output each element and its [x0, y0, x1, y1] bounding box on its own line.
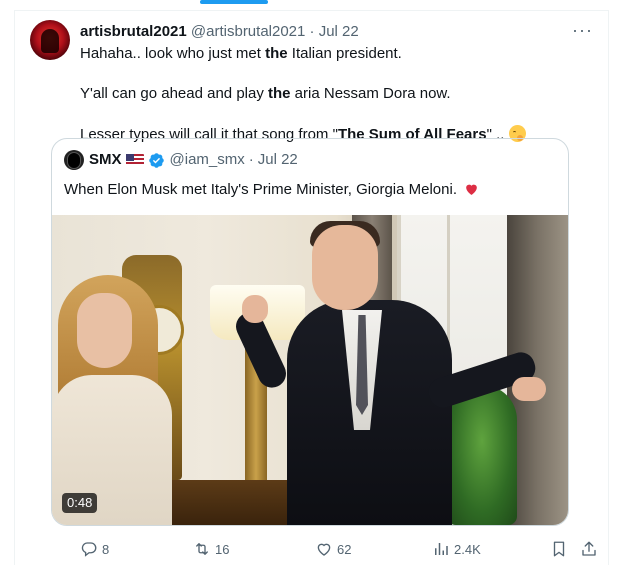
quoted-text-content: When Elon Musk met Italy's Prime Ministe… — [64, 181, 457, 198]
analytics-bar-icon — [435, 543, 448, 555]
views-count: 2.4K — [454, 541, 481, 557]
tweet-header: artisbrutal2021 @artisbrutal2021 · Jul 2… — [80, 22, 359, 42]
tweet-date[interactable]: Jul 22 — [319, 23, 359, 40]
timeline-border-right — [608, 10, 609, 565]
woman-face — [77, 293, 132, 368]
tweet-line-2: Y'all can go ahead and play the aria Nes… — [80, 84, 590, 104]
share-icon — [582, 541, 596, 556]
reply-icon — [81, 542, 97, 557]
reply-button[interactable]: 8 — [80, 540, 109, 558]
red-heart-emoji-icon — [466, 184, 478, 195]
retweet-button[interactable]: 16 — [193, 540, 229, 558]
man-right-hand — [512, 377, 546, 401]
man-face — [312, 225, 378, 310]
quoted-avatar[interactable] — [64, 150, 84, 170]
bold-segment: the — [265, 45, 288, 62]
like-count: 62 — [337, 541, 352, 557]
video-duration-badge: 0:48 — [62, 493, 98, 513]
bookmark-icon — [553, 541, 565, 557]
share-button[interactable] — [580, 540, 602, 558]
separator-dot: · — [248, 151, 254, 168]
quoted-tweet-text: When Elon Musk met Italy's Prime Ministe… — [64, 180, 480, 200]
plant — [447, 385, 517, 525]
tweet-line-1: Hahaha.. look who just met the Italian p… — [80, 44, 590, 64]
heart-icon — [317, 543, 331, 556]
avatar[interactable] — [30, 20, 70, 60]
retweet-count: 16 — [215, 541, 230, 557]
verified-badge-icon — [148, 152, 164, 168]
quoted-tweet-date[interactable]: Jul 22 — [258, 150, 298, 170]
divider — [14, 10, 609, 11]
quoted-tweet[interactable]: SMX @iam_smx · Jul 22 When Elon Musk met… — [51, 138, 569, 526]
quoted-user-handle[interactable]: @iam_smx — [170, 150, 245, 170]
video-player[interactable]: 0:48 — [52, 215, 568, 525]
quoted-display-name[interactable]: SMX — [89, 150, 122, 170]
text-segment: Italian president. — [287, 45, 402, 62]
display-name[interactable]: artisbrutal2021 — [80, 23, 187, 40]
us-flag-icon — [125, 154, 144, 166]
user-handle[interactable]: @artisbrutal2021 — [191, 23, 305, 40]
man-left-hand — [242, 295, 268, 323]
bold-segment: the — [268, 85, 291, 102]
text-segment: Y'all can go ahead and play — [80, 85, 269, 102]
text-segment: aria Nessam Dora now. — [290, 85, 451, 102]
separator-dot: · — [309, 23, 315, 40]
views-button[interactable]: 2.4K — [432, 540, 481, 558]
retweet-icon — [196, 543, 208, 555]
text-segment: Hahaha.. look who just met — [80, 45, 266, 62]
tweet-actions: 8 16 62 2.4K — [80, 540, 600, 558]
reply-count: 8 — [102, 541, 110, 557]
quoted-tweet-header: SMX @iam_smx · Jul 22 — [64, 150, 298, 170]
active-tab-indicator — [200, 0, 268, 4]
tweet-text: Hahaha.. look who just met the Italian p… — [80, 44, 590, 145]
avatar-figure — [41, 29, 59, 53]
bookmark-button[interactable] — [550, 540, 572, 558]
timeline-border-left — [14, 10, 15, 565]
more-options-icon[interactable]: ··· — [572, 21, 593, 39]
like-button[interactable]: 62 — [315, 540, 351, 558]
